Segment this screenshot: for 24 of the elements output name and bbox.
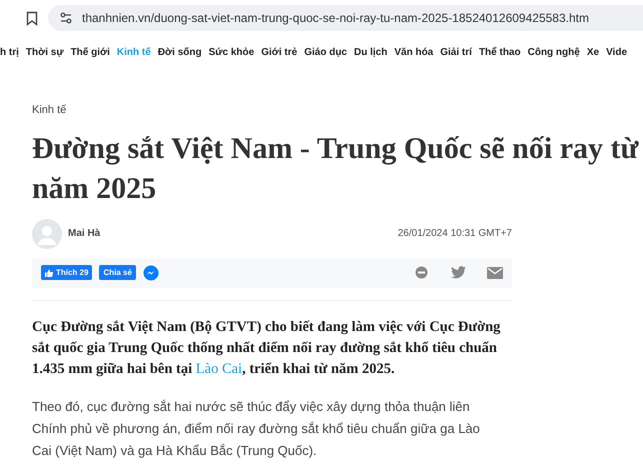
- article-title: Đường sắt Việt Nam - Trung Quốc sẽ nối ray từ năm 2025: [32, 130, 640, 206]
- nav-link[interactable]: Sức khỏe: [208, 44, 254, 60]
- nav-link[interactable]: Thế giới: [70, 44, 110, 60]
- nav-link[interactable]: Vide: [606, 44, 627, 60]
- address-bar[interactable]: thanhnien.vn/duong-sat-viet-nam-trung-quoc-se-noi-ray-tu-nam-2025-18524012609425583.htm: [48, 5, 643, 31]
- nav-link[interactable]: Giải trí: [440, 44, 472, 60]
- nav-link[interactable]: Đời sống: [158, 44, 202, 60]
- category-label[interactable]: Kinh tế: [32, 102, 611, 118]
- nav-link[interactable]: Giới trẻ: [261, 44, 298, 60]
- body-paragraph: Theo đó, cục đường sắt hai nước sẽ thúc đẩy việc xây dựng thỏa thuận liên Chính phủ về phương án, điểm nối ray đường sắt khổ tiêu chuẩn giữa ga Lào Cai (Việt Nam) và ga Hà Khẩu Bắc (Trung Quốc).: [32, 398, 481, 460]
- url-text: thanhnien.vn/duong-sat-viet-nam-trung-quoc-se-noi-ray-tu-nam-2025-18524012609425583.htm: [82, 10, 589, 27]
- nav-link[interactable]: h trị: [0, 44, 19, 60]
- author-name[interactable]: Mai Hà: [68, 226, 100, 241]
- publish-date: 26/01/2024 10:31 GMT+7: [398, 227, 512, 241]
- nav-link[interactable]: Thời sự: [26, 44, 64, 60]
- lead-paragraph: Cục Đường sắt Việt Nam (Bộ GTVT) cho biết đang làm việc với Cục Đường sắt quốc gia Trung Quốc thống nhất điểm nối ray đường sắt khổ tiêu chuẩn 1.435 mm giữa hai bên tại Lào Cai, triển khai từ năm 2025.: [32, 318, 502, 378]
- nav-link[interactable]: Giáo dục: [304, 44, 347, 60]
- like-button[interactable]: Thích 29: [41, 265, 92, 280]
- nav-link[interactable]: Thể thao: [478, 44, 521, 60]
- nav-link[interactable]: Văn hóa: [394, 44, 434, 60]
- nav-link[interactable]: Du lịch: [354, 44, 388, 60]
- share-button[interactable]: Chia sẻ: [99, 265, 136, 280]
- nav-link[interactable]: Công nghệ: [528, 44, 580, 60]
- nav-link[interactable]: Xe: [586, 44, 600, 60]
